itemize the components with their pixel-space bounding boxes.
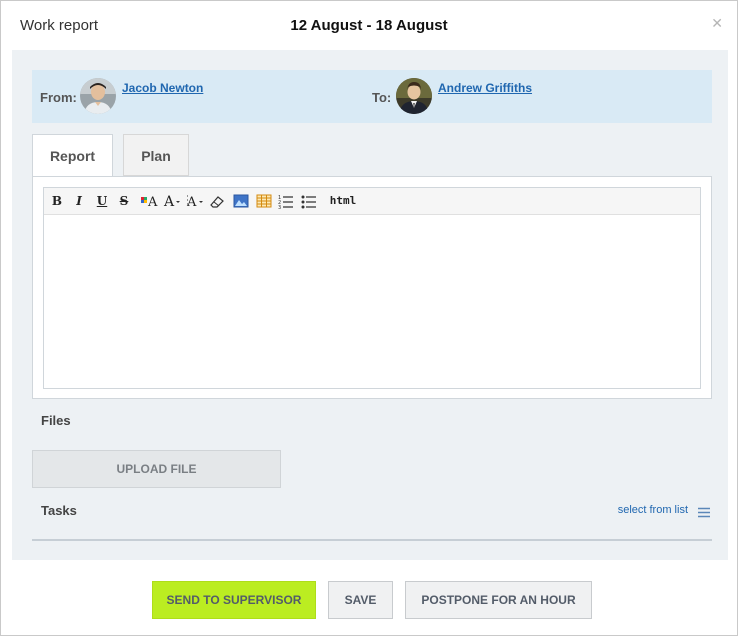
to-avatar[interactable]: [396, 78, 432, 114]
from-name-link[interactable]: Jacob Newton: [122, 81, 203, 95]
upload-file-button[interactable]: UPLOAD FILE: [32, 450, 281, 488]
text-color-icon[interactable]: A: [140, 192, 160, 210]
tab-plan[interactable]: Plan: [123, 134, 189, 176]
to-label: To:: [372, 90, 392, 105]
editor-content-area[interactable]: [50, 220, 694, 382]
svg-text:A: A: [163, 194, 175, 210]
editor-toolbar: B I U S A A A 1 2 3 html: [44, 188, 700, 215]
files-label: Files: [41, 413, 71, 428]
svg-text:A: A: [186, 195, 197, 210]
ordered-list-icon[interactable]: 1 2 3: [278, 192, 294, 211]
from-avatar[interactable]: [80, 78, 116, 114]
table-icon[interactable]: [256, 192, 272, 210]
html-mode-button[interactable]: html: [328, 192, 358, 210]
from-label: From:: [40, 90, 77, 105]
send-to-supervisor-button[interactable]: SEND TO SUPERVISOR: [152, 581, 316, 619]
save-button[interactable]: SAVE: [328, 581, 393, 619]
svg-text:A: A: [147, 195, 158, 210]
tab-report[interactable]: Report: [32, 134, 113, 176]
tasks-label: Tasks: [41, 503, 77, 518]
to-name-link[interactable]: Andrew Griffiths: [438, 81, 532, 95]
select-from-list-link[interactable]: select from list: [618, 504, 688, 516]
tasks-divider: [32, 539, 712, 541]
rich-text-editor: B I U S A A A 1 2 3 html: [43, 187, 701, 389]
image-icon[interactable]: [233, 192, 249, 210]
strikethrough-icon[interactable]: S: [117, 192, 131, 210]
menu-icon[interactable]: [698, 505, 710, 518]
postpone-button[interactable]: POSTPONE FOR AN HOUR: [405, 581, 592, 619]
close-icon[interactable]: ✕: [711, 15, 723, 32]
bold-icon[interactable]: B: [50, 192, 64, 210]
work-report-dialog: Work report 12 August - 18 August ✕ From…: [0, 0, 738, 636]
svg-text:3: 3: [278, 205, 281, 210]
unordered-list-icon[interactable]: [301, 192, 317, 210]
report-panel: B I U S A A A 1 2 3 html: [32, 176, 712, 399]
font-family-icon[interactable]: A: [186, 192, 206, 210]
people-bar: From: Jacob Newton To: Andrew Griffiths: [32, 70, 712, 123]
report-period: 12 August - 18 August: [290, 17, 448, 34]
font-size-icon[interactable]: A: [163, 192, 183, 210]
italic-icon[interactable]: I: [72, 192, 86, 210]
report-body: From: Jacob Newton To: Andrew Griffiths …: [12, 50, 728, 560]
underline-icon[interactable]: U: [95, 192, 109, 210]
eraser-icon[interactable]: [208, 192, 226, 210]
